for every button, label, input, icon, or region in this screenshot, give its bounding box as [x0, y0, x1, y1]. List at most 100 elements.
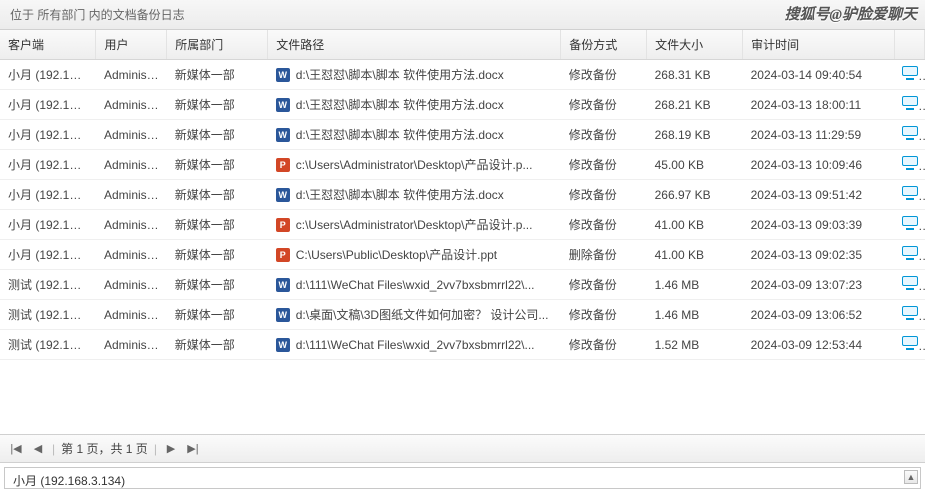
monitor-icon[interactable] [902, 156, 918, 170]
cell-user: Administra... [96, 210, 167, 240]
table-row[interactable]: 小月 (192.168.3...Administra...新媒体一部Wd:\王怼… [0, 90, 925, 120]
cell-path-text: d:\王怼怼\脚本\脚本 软件使用方法.docx [296, 186, 504, 203]
pager-separator: | [52, 435, 55, 463]
col-header-size[interactable]: 文件大小 [647, 30, 743, 60]
cell-action [894, 300, 924, 330]
col-header-dept[interactable]: 所属部门 [167, 30, 268, 60]
detail-box: 小月 (192.168.3.134) ▲ [4, 467, 921, 489]
cell-user: Administra... [96, 180, 167, 210]
word-file-icon: W [276, 188, 290, 202]
detail-text: 小月 (192.168.3.134) [13, 474, 125, 488]
cell-dept: 新媒体一部 [167, 180, 268, 210]
pager-next-button[interactable]: ▶ [163, 441, 179, 457]
cell-client: 小月 (192.168.3... [0, 150, 96, 180]
word-file-icon: W [276, 128, 290, 142]
pager-prev-button[interactable]: ◀ [30, 441, 46, 457]
powerpoint-file-icon: P [276, 248, 290, 262]
table-row[interactable]: 小月 (192.168.3...Administra...新媒体一部Pc:\Us… [0, 150, 925, 180]
cell-dept: 新媒体一部 [167, 270, 268, 300]
cell-time: 2024-03-09 12:53:44 [743, 330, 895, 360]
cell-action [894, 90, 924, 120]
col-header-path[interactable]: 文件路径 [268, 30, 561, 60]
cell-dept: 新媒体一部 [167, 240, 268, 270]
cell-client: 小月 (192.168.3... [0, 90, 96, 120]
watermark: 搜狐号@驴脸爱聊天 [785, 0, 917, 30]
word-file-icon: W [276, 98, 290, 112]
col-header-time[interactable]: 审计时间 [743, 30, 895, 60]
col-header-action [894, 30, 924, 60]
cell-client: 小月 (192.168.3... [0, 210, 96, 240]
cell-path-text: d:\王怼怼\脚本\脚本 软件使用方法.docx [296, 96, 504, 113]
cell-time: 2024-03-13 09:02:35 [743, 240, 895, 270]
cell-path: Wd:\111\WeChat Files\wxid_2vv7bxsbmrrl22… [268, 270, 561, 300]
cell-method: 修改备份 [561, 270, 647, 300]
cell-dept: 新媒体一部 [167, 60, 268, 90]
cell-client: 小月 (192.168.3... [0, 240, 96, 270]
cell-path-text: d:\王怼怼\脚本\脚本 软件使用方法.docx [296, 66, 504, 83]
cell-path-text: d:\桌面\文稿\3D图纸文件如何加密？ 设计公司... [296, 306, 549, 323]
monitor-icon[interactable] [902, 66, 918, 80]
powerpoint-file-icon: P [276, 158, 290, 172]
cell-path: Wd:\王怼怼\脚本\脚本 软件使用方法.docx [268, 60, 561, 90]
cell-path: Wd:\桌面\文稿\3D图纸文件如何加密？ 设计公司... [268, 300, 561, 330]
col-header-method[interactable]: 备份方式 [561, 30, 647, 60]
monitor-icon[interactable] [902, 336, 918, 350]
cell-path-text: C:\Users\Public\Desktop\产品设计.ppt [296, 246, 497, 263]
cell-time: 2024-03-14 09:40:54 [743, 60, 895, 90]
cell-dept: 新媒体一部 [167, 330, 268, 360]
log-table-container: 客户端 用户 所属部门 文件路径 备份方式 文件大小 审计时间 小月 (192.… [0, 30, 925, 435]
word-file-icon: W [276, 308, 290, 322]
cell-path: Wd:\王怼怼\脚本\脚本 软件使用方法.docx [268, 90, 561, 120]
table-row[interactable]: 小月 (192.168.3...Administra...新媒体一部Wd:\王怼… [0, 120, 925, 150]
table-row[interactable]: 测试 (192.168.4...Administra...新媒体一部Wd:\11… [0, 330, 925, 360]
word-file-icon: W [276, 68, 290, 82]
cell-method: 修改备份 [561, 210, 647, 240]
monitor-icon[interactable] [902, 186, 918, 200]
cell-size: 268.21 KB [647, 90, 743, 120]
pager-last-button[interactable]: ▶| [185, 441, 201, 457]
monitor-icon[interactable] [902, 126, 918, 140]
pager-text: 第 1 页，共 1 页 [61, 435, 148, 463]
cell-action [894, 150, 924, 180]
cell-dept: 新媒体一部 [167, 300, 268, 330]
col-header-client[interactable]: 客户端 [0, 30, 96, 60]
word-file-icon: W [276, 278, 290, 292]
cell-user: Administra... [96, 90, 167, 120]
title-text: 位于 所有部门 内的文档备份日志 [10, 8, 185, 22]
col-header-user[interactable]: 用户 [96, 30, 167, 60]
monitor-icon[interactable] [902, 216, 918, 230]
monitor-icon[interactable] [902, 306, 918, 320]
cell-action [894, 60, 924, 90]
cell-method: 修改备份 [561, 300, 647, 330]
cell-user: Administra... [96, 60, 167, 90]
monitor-icon[interactable] [902, 276, 918, 290]
table-row[interactable]: 小月 (192.168.3...Administra...新媒体一部Pc:\Us… [0, 210, 925, 240]
cell-time: 2024-03-13 09:51:42 [743, 180, 895, 210]
cell-client: 测试 (192.168.4... [0, 330, 96, 360]
cell-dept: 新媒体一部 [167, 90, 268, 120]
table-row[interactable]: 小月 (192.168.3...Administra...新媒体一部Wd:\王怼… [0, 180, 925, 210]
cell-method: 修改备份 [561, 120, 647, 150]
cell-path: Pc:\Users\Administrator\Desktop\产品设计.p..… [268, 210, 561, 240]
table-row[interactable]: 测试 (192.168.4...Administra...新媒体一部Wd:\11… [0, 270, 925, 300]
cell-path: P C:\Users\Public\Desktop\产品设计.ppt [268, 240, 561, 270]
cell-action [894, 330, 924, 360]
table-row[interactable]: 测试 (192.168.4...Administra...新媒体一部Wd:\桌面… [0, 300, 925, 330]
cell-path: Pc:\Users\Administrator\Desktop\产品设计.p..… [268, 150, 561, 180]
monitor-icon[interactable] [902, 96, 918, 110]
table-row[interactable]: 小月 (192.168.3...Administra...新媒体一部Wd:\王怼… [0, 60, 925, 90]
scroll-up-button[interactable]: ▲ [904, 470, 918, 484]
cell-client: 小月 (192.168.3... [0, 60, 96, 90]
cell-method: 修改备份 [561, 180, 647, 210]
cell-user: Administra... [96, 150, 167, 180]
table-row[interactable]: 小月 (192.168.3...Administra...新媒体一部PC:\Us… [0, 240, 925, 270]
cell-client: 测试 (192.168.4... [0, 270, 96, 300]
cell-size: 268.31 KB [647, 60, 743, 90]
cell-method: 删除备份 [561, 240, 647, 270]
cell-user: Administra... [96, 120, 167, 150]
table-header-row: 客户端 用户 所属部门 文件路径 备份方式 文件大小 审计时间 [0, 30, 925, 60]
cell-time: 2024-03-09 13:07:23 [743, 270, 895, 300]
pager-first-button[interactable]: |◀ [8, 441, 24, 457]
cell-user: Administra... [96, 270, 167, 300]
monitor-icon[interactable] [902, 246, 918, 260]
